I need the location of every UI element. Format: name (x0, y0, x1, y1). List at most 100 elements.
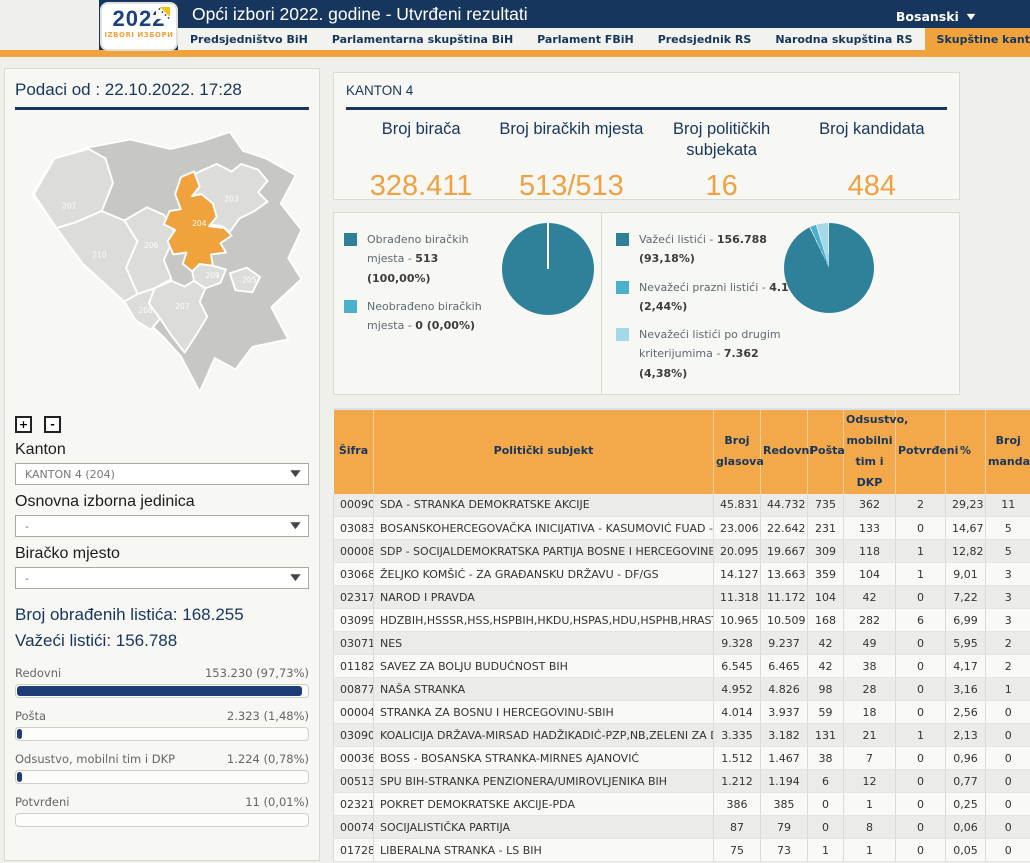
kanton-select[interactable]: KANTON 4 (204) ▼ (15, 463, 309, 485)
stat-label: Broj biračkih mjesta (496, 119, 646, 140)
app-header: Predsjedništvo BiHParlamentarna skupštin… (0, 0, 1030, 50)
stat-label: Broj političkih subjekata (647, 119, 797, 160)
cell-subjekt: SAVEZ ZA BOLJU BUDUĆNOST BIH (374, 655, 714, 678)
cell-value: 1.512 (714, 747, 761, 770)
cell-value: 38 (844, 655, 896, 678)
tab-predsjednik-rs[interactable]: Predsjednik RS (646, 28, 764, 50)
main-nav: Predsjedništvo BiHParlamentarna skupštin… (178, 28, 1030, 50)
bar-track (15, 813, 309, 827)
cell-value: 133 (844, 517, 896, 540)
cell-sifra: 03071 (334, 632, 374, 655)
cell-value: 10.965 (714, 609, 761, 632)
cell-value: 14,67 (946, 517, 986, 540)
cell-sifra: 03068 (334, 563, 374, 586)
bar-fill (17, 772, 22, 782)
app-logo[interactable]: 2022 IZBORI ИЗБОРИ (100, 2, 178, 51)
tab-parlament-fbih[interactable]: Parlament FBiH (525, 28, 646, 50)
map-zoom-in-button[interactable]: + (15, 416, 32, 433)
bar-value: 11 (0,01%) (245, 795, 309, 809)
bih-flag-icon (156, 7, 172, 19)
cell-sifra: 03099 (334, 609, 374, 632)
cell-value: 0 (986, 770, 1030, 793)
chevron-down-icon: ▼ (290, 573, 300, 583)
cell-subjekt: SDP - SOCIJALDEMOKRATSKA PARTIJA BOSNE I… (374, 540, 714, 563)
map-region-label-206: 206 (144, 241, 159, 250)
cell-value: 6.545 (714, 655, 761, 678)
column-header[interactable]: Redovni (761, 409, 808, 494)
cell-value: 1 (896, 563, 946, 586)
bih-map[interactable]: 201203204205206207208209210 (15, 113, 309, 411)
map-region-label-203: 203 (224, 195, 239, 204)
cell-value: 1 (986, 678, 1030, 701)
cell-value: 385 (761, 793, 808, 816)
bar-header: Redovni153.230 (97,73%) (15, 666, 309, 680)
izborna-jedinica-select-label: Osnovna izborna jedinica (15, 493, 309, 511)
izborna-jedinica-select[interactable]: - ▼ (15, 515, 309, 537)
cell-value: 0 (896, 632, 946, 655)
cell-value: 59 (808, 701, 844, 724)
stat-value: 328.411 (346, 170, 496, 203)
column-header[interactable]: Šifra (334, 409, 374, 494)
cell-value: 45.831 (714, 494, 761, 517)
cell-value: 2,13 (946, 724, 986, 747)
cell-value: 42 (808, 655, 844, 678)
cell-value: 87 (714, 816, 761, 839)
bar-label: Odsustvo, mobilni tim i DKP (15, 752, 175, 766)
stat-broj-bira-a: Broj birača328.411 (346, 119, 496, 203)
column-header[interactable]: Broj mandata (986, 409, 1030, 494)
stat-value: 484 (797, 170, 947, 203)
cell-value: 79 (761, 816, 808, 839)
bar-value: 153.230 (97,73%) (205, 666, 309, 680)
cell-value: 168 (808, 609, 844, 632)
table-row: 03090KOALICIJA DRŽAVA-MIRSAD HADŽIKADIĆ-… (334, 724, 1030, 747)
cell-value: 362 (844, 494, 896, 517)
kanton-select-value: KANTON 4 (204) (25, 468, 115, 481)
cell-value: 2 (986, 655, 1030, 678)
cell-value: 21 (844, 724, 896, 747)
cell-value: 0 (896, 517, 946, 540)
language-selector[interactable]: Bosanski ▼ (896, 9, 974, 24)
table-row: 00036BOSS - BOSANSKA STRANKA-MIRNES AJAN… (334, 747, 1030, 770)
legend-swatch-icon (616, 281, 629, 294)
cell-value: 3.182 (761, 724, 808, 747)
bih-map-svg: 201203204205206207208209210 (15, 113, 309, 411)
cell-value: 3.335 (714, 724, 761, 747)
cell-subjekt: SDA - STRANKA DEMOKRATSKE AKCIJE (374, 494, 714, 517)
cell-value: 0 (896, 655, 946, 678)
cell-value: 0,77 (946, 770, 986, 793)
cell-value: 1 (896, 540, 946, 563)
cell-value: 1.467 (761, 747, 808, 770)
map-region-label-210: 210 (92, 250, 107, 259)
cell-value: 12,82 (946, 540, 986, 563)
column-header[interactable]: Pošta (808, 409, 844, 494)
tab-narodna-skup-tina-rs[interactable]: Narodna skupština RS (763, 28, 924, 50)
cell-subjekt: SPU BIH-STRANKA PENZIONERA/UMIROVLJENIKA… (374, 770, 714, 793)
tab-predsjedni-tvo-bih[interactable]: Predsjedništvo BiH (178, 28, 320, 50)
map-region-label-204: 204 (192, 219, 207, 228)
ballot-bar-odsustvo-mobilni-tim-i-dkp: Odsustvo, mobilni tim i DKP1.224 (0,78%) (15, 752, 309, 784)
column-header[interactable]: Politički subjekt (374, 409, 714, 494)
map-zoom-out-button[interactable]: - (44, 416, 61, 433)
stat-value: 16 (647, 170, 797, 203)
cell-value: 75 (714, 839, 761, 862)
chevron-down-icon: ▼ (290, 469, 300, 479)
tab-parlamentarna-skup-tina-bih[interactable]: Parlamentarna skupština BiH (320, 28, 525, 50)
bar-header: Pošta2.323 (1,48%) (15, 709, 309, 723)
cell-value: 10.509 (761, 609, 808, 632)
cell-value: 4.826 (761, 678, 808, 701)
izborna-jedinica-select-value: - (25, 520, 29, 533)
map-region-label-208: 208 (138, 306, 153, 315)
column-header[interactable]: Odsustvo, mobilni tim i DKP (844, 409, 896, 494)
cell-value: 0,25 (946, 793, 986, 816)
cell-value: 0 (986, 724, 1030, 747)
tab-skup-tine-kantona-u-fbih[interactable]: Skupštine kantona u FBiH (925, 28, 1030, 50)
biracko-mjesto-select[interactable]: - ▼ (15, 567, 309, 589)
bar-fill (17, 686, 302, 696)
cell-value: 20.095 (714, 540, 761, 563)
cell-sifra: 00877 (334, 678, 374, 701)
cell-value: 6 (896, 609, 946, 632)
table-row: 00877NAŠA STRANKA4.9524.826982803,161 (334, 678, 1030, 701)
data-as-of: Podaci od : 22.10.2022. 17:28 (15, 77, 309, 110)
cell-value: 118 (844, 540, 896, 563)
column-header[interactable]: Broj glasova (714, 409, 761, 494)
